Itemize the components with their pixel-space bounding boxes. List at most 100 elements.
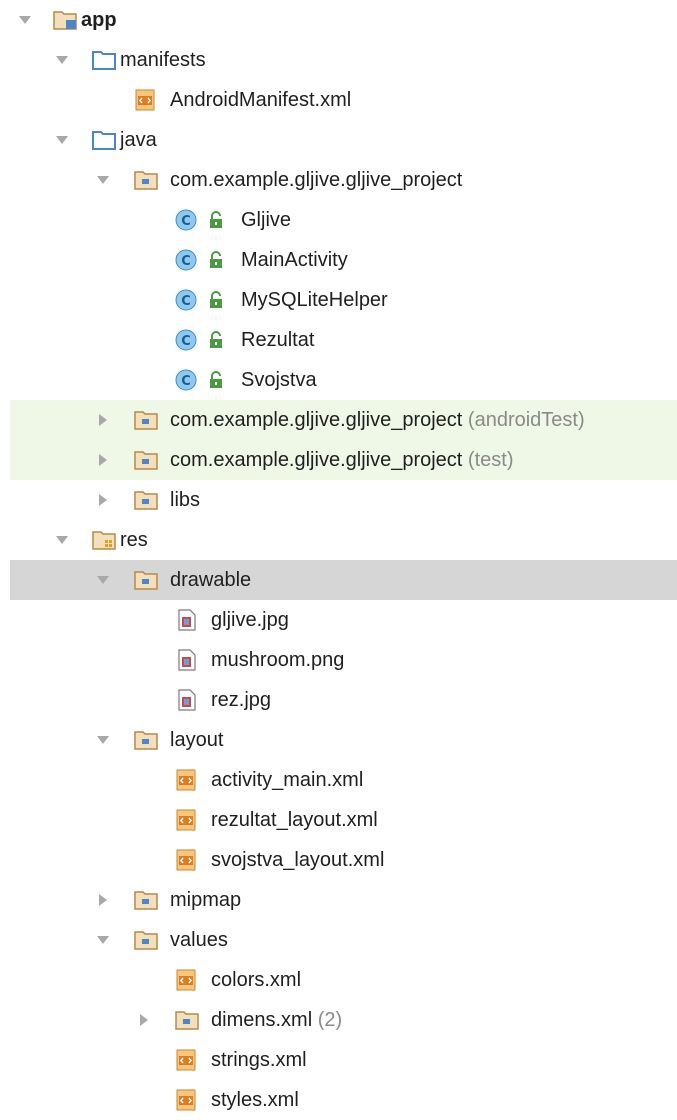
tree-node-rez-jpg[interactable]: rez.jpg bbox=[10, 680, 677, 720]
file-count-badge: (2) bbox=[317, 1009, 343, 1031]
chevron-right-icon[interactable] bbox=[96, 413, 110, 427]
tree-node-package-android-test[interactable]: com.example.gljive.gljive_project (andro… bbox=[10, 400, 677, 440]
package-folder-icon bbox=[134, 449, 158, 471]
folder-icon bbox=[92, 129, 116, 151]
tree-node-label: app bbox=[81, 9, 117, 31]
xml-file-icon bbox=[175, 809, 199, 831]
xml-file-icon bbox=[175, 1089, 199, 1111]
tree-node-label: libs bbox=[170, 489, 201, 511]
lock-icon bbox=[207, 291, 225, 309]
tree-node-java[interactable]: java bbox=[10, 120, 677, 160]
image-file-icon bbox=[175, 689, 199, 711]
tree-node-class-sqlite-helper[interactable]: MySQLiteHelper bbox=[10, 280, 677, 320]
tree-node-rezultat-layout-xml[interactable]: rezultat_layout.xml bbox=[10, 800, 677, 840]
tree-node-label: styles.xml bbox=[211, 1089, 299, 1111]
tree-node-layout[interactable]: layout bbox=[10, 720, 677, 760]
chevron-down-icon[interactable] bbox=[96, 573, 110, 587]
package-folder-icon bbox=[134, 929, 158, 951]
lock-icon bbox=[207, 251, 225, 269]
package-folder-icon bbox=[134, 169, 158, 191]
tree-node-gljive-jpg[interactable]: gljive.jpg bbox=[10, 600, 677, 640]
tree-node-activity-main-xml[interactable]: activity_main.xml bbox=[10, 760, 677, 800]
tree-node-label: MainActivity bbox=[241, 249, 348, 271]
tree-node-package-test[interactable]: com.example.gljive.gljive_project (test) bbox=[10, 440, 677, 480]
tree-node-class-rezultat[interactable]: Rezultat bbox=[10, 320, 677, 360]
tree-node-label: svojstva_layout.xml bbox=[211, 849, 385, 871]
image-file-icon bbox=[175, 609, 199, 631]
xml-file-icon bbox=[175, 969, 199, 991]
image-file-icon bbox=[175, 649, 199, 671]
chevron-down-icon[interactable] bbox=[96, 933, 110, 947]
package-folder-icon bbox=[134, 889, 158, 911]
tree-node-class-svojstva[interactable]: Svojstva bbox=[10, 360, 677, 400]
xml-file-icon bbox=[134, 89, 158, 111]
tree-node-label: gljive.jpg bbox=[211, 609, 289, 631]
tree-node-label: mipmap bbox=[170, 889, 242, 911]
package-folder-icon bbox=[134, 409, 158, 431]
tree-node-label: drawable bbox=[170, 569, 252, 591]
tree-node-label: dimens.xml (2) bbox=[211, 1009, 343, 1031]
tree-node-colors-xml[interactable]: colors.xml bbox=[10, 960, 677, 1000]
project-tree: app manifests AndroidManifest.xml java c… bbox=[0, 0, 677, 1113]
chevron-right-icon[interactable] bbox=[137, 1013, 151, 1027]
tree-node-manifests[interactable]: manifests bbox=[10, 40, 677, 80]
tree-node-label: colors.xml bbox=[211, 969, 302, 991]
tree-node-label: Svojstva bbox=[241, 369, 317, 391]
chevron-down-icon[interactable] bbox=[18, 13, 32, 27]
lock-icon bbox=[207, 371, 225, 389]
tree-node-label: activity_main.xml bbox=[211, 769, 364, 791]
chevron-down-icon[interactable] bbox=[96, 173, 110, 187]
tree-node-android-manifest[interactable]: AndroidManifest.xml bbox=[10, 80, 677, 120]
tree-node-label: layout bbox=[170, 729, 224, 751]
tree-node-class-gljive[interactable]: Gljive bbox=[10, 200, 677, 240]
tree-node-mushroom-png[interactable]: mushroom.png bbox=[10, 640, 677, 680]
tree-node-label: rezultat_layout.xml bbox=[211, 809, 378, 831]
class-icon bbox=[175, 329, 197, 351]
tree-node-label: java bbox=[120, 129, 157, 151]
tree-node-label: AndroidManifest.xml bbox=[170, 89, 352, 111]
source-set-suffix: (androidTest) bbox=[467, 409, 585, 431]
tree-node-label: mushroom.png bbox=[211, 649, 345, 671]
tree-node-label: Rezultat bbox=[241, 329, 315, 351]
chevron-right-icon[interactable] bbox=[96, 493, 110, 507]
tree-node-label: Gljive bbox=[241, 209, 292, 231]
tree-node-libs[interactable]: libs bbox=[10, 480, 677, 520]
tree-node-label: MySQLiteHelper bbox=[241, 289, 388, 311]
xml-file-icon bbox=[175, 1049, 199, 1071]
chevron-right-icon[interactable] bbox=[96, 893, 110, 907]
tree-node-class-main-activity[interactable]: MainActivity bbox=[10, 240, 677, 280]
tree-node-label: com.example.gljive.gljive_project bbox=[170, 169, 463, 191]
chevron-right-icon[interactable] bbox=[96, 453, 110, 467]
tree-node-label: com.example.gljive.gljive_project (andro… bbox=[170, 409, 585, 431]
class-icon bbox=[175, 289, 197, 311]
chevron-down-icon[interactable] bbox=[55, 133, 69, 147]
package-folder-icon bbox=[134, 729, 158, 751]
lock-icon bbox=[207, 331, 225, 349]
module-folder-icon bbox=[53, 9, 77, 31]
package-folder-icon bbox=[134, 569, 158, 591]
tree-node-styles-xml[interactable]: styles.xml bbox=[10, 1080, 677, 1120]
package-folder-icon bbox=[134, 489, 158, 511]
lock-icon bbox=[207, 211, 225, 229]
tree-node-package-main[interactable]: com.example.gljive.gljive_project bbox=[10, 160, 677, 200]
chevron-down-icon[interactable] bbox=[55, 53, 69, 67]
tree-node-values[interactable]: values bbox=[10, 920, 677, 960]
xml-file-icon bbox=[175, 769, 199, 791]
class-icon bbox=[175, 209, 197, 231]
tree-node-label: com.example.gljive.gljive_project (test) bbox=[170, 449, 514, 471]
tree-node-app[interactable]: app bbox=[10, 0, 677, 40]
chevron-down-icon[interactable] bbox=[96, 733, 110, 747]
tree-node-dimens-xml[interactable]: dimens.xml (2) bbox=[10, 1000, 677, 1040]
xml-file-icon bbox=[175, 849, 199, 871]
tree-node-mipmap[interactable]: mipmap bbox=[10, 880, 677, 920]
tree-node-strings-xml[interactable]: strings.xml bbox=[10, 1040, 677, 1080]
class-icon bbox=[175, 369, 197, 391]
folder-icon bbox=[92, 49, 116, 71]
chevron-down-icon[interactable] bbox=[55, 533, 69, 547]
tree-node-label: manifests bbox=[120, 49, 206, 71]
tree-node-svojstva-layout-xml[interactable]: svojstva_layout.xml bbox=[10, 840, 677, 880]
tree-node-res[interactable]: res bbox=[10, 520, 677, 560]
source-set-suffix: (test) bbox=[467, 449, 514, 471]
tree-node-label: res bbox=[120, 529, 148, 551]
tree-node-drawable[interactable]: drawable bbox=[10, 560, 677, 600]
